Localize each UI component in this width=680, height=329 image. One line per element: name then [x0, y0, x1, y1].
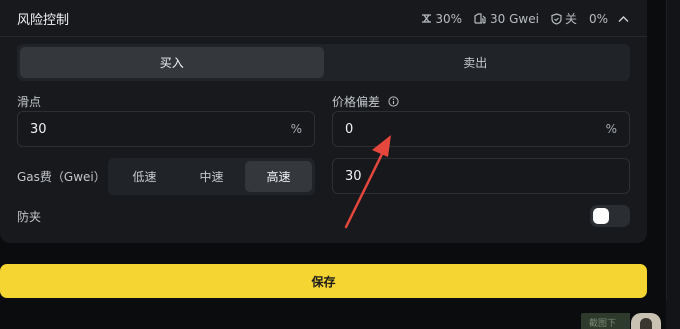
price-deviation-unit: % — [605, 122, 617, 136]
chevron-up-icon[interactable] — [618, 15, 629, 23]
gas-stat-value: 30 Gwei — [490, 11, 539, 26]
anti-sandwich-toggle[interactable] — [590, 205, 630, 227]
header-stats: 30% 30 Gwei 关 0% — [409, 10, 629, 27]
gas-stat: 30 Gwei — [474, 12, 539, 26]
slippage-label: 滑点 — [17, 95, 42, 109]
shield-icon — [551, 12, 562, 25]
slippage-unit: % — [290, 122, 302, 136]
gas-input[interactable]: 30 — [332, 158, 630, 194]
slippage-stat-value: 30% — [435, 11, 463, 26]
price-deviation-label: 价格偏差 — [332, 95, 381, 109]
avatar — [631, 313, 661, 329]
gas-speed-selector: 低速 中速 高速 — [108, 158, 315, 195]
gas-label: Gas费（Gwei） — [17, 170, 106, 184]
deviation-stat-value: 0% — [588, 11, 608, 26]
slippage-icon — [422, 14, 432, 23]
trade-side-toggle: 买入 卖出 — [17, 44, 630, 81]
price-deviation-value: 0 — [345, 121, 354, 137]
price-deviation-input[interactable]: 0 % — [332, 111, 630, 147]
toggle-knob — [593, 208, 609, 224]
gas-pump-icon — [474, 13, 486, 24]
buy-tab[interactable]: 买入 — [20, 47, 324, 78]
slippage-stat: 30% — [421, 12, 462, 26]
screen: 风险控制 30% 30 Gwei 关 0% 买入 卖出 滑点 价格偏差 30 %… — [0, 0, 680, 329]
speed-high-button[interactable]: 高速 — [245, 161, 312, 192]
deviation-stat: 0% — [589, 12, 608, 26]
header-divider — [0, 36, 647, 37]
risk-control-panel: 风险控制 30% 30 Gwei 关 0% 买入 卖出 滑点 价格偏差 30 %… — [0, 0, 647, 243]
panel-title: 风险控制 — [17, 13, 70, 28]
anti-mev-stat: 关 — [551, 10, 577, 27]
slippage-value: 30 — [30, 121, 47, 137]
background-window-edge — [666, 0, 680, 329]
background-divider — [666, 0, 667, 300]
info-icon[interactable] — [388, 96, 399, 107]
save-button[interactable]: 保存 — [0, 264, 647, 298]
anti-sandwich-label: 防夹 — [17, 210, 42, 224]
corner-badge: 截图下 — [581, 313, 630, 329]
price-deviation-label-group: 价格偏差 — [332, 93, 399, 110]
slippage-input[interactable]: 30 % — [17, 111, 315, 147]
panel-header[interactable]: 风险控制 30% 30 Gwei 关 0% — [0, 0, 647, 36]
gas-value: 30 — [345, 168, 362, 184]
speed-medium-button[interactable]: 中速 — [178, 161, 245, 192]
speed-low-button[interactable]: 低速 — [111, 161, 178, 192]
sell-tab[interactable]: 卖出 — [324, 47, 628, 78]
anti-mev-stat-value: 关 — [564, 12, 577, 26]
